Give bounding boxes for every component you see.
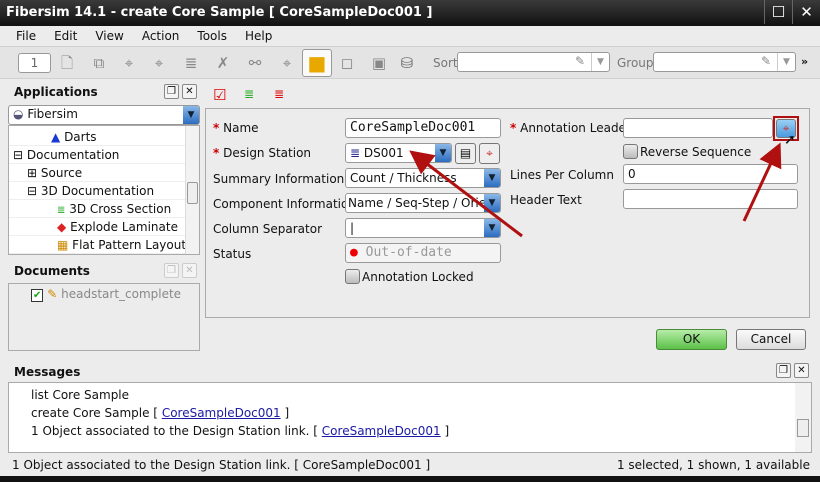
message-line: list Core Sample [31, 388, 130, 402]
status-bar-message: 1 Object associated to the Design Statio… [12, 458, 431, 472]
arrow-to-design-station [409, 150, 523, 238]
ok-button[interactable]: OK [656, 329, 727, 350]
cancel-button[interactable]: Cancel [736, 329, 806, 350]
window-bottom-border [0, 476, 820, 482]
scroll-thumb[interactable] [797, 419, 809, 437]
message-link[interactable]: CoreSampleDoc001 [322, 424, 441, 438]
messages-scrollbar[interactable] [795, 383, 811, 452]
close-panel-icon[interactable]: ✕ [794, 363, 809, 378]
arrow-to-pick-leader [742, 142, 782, 222]
message-link[interactable]: CoreSampleDoc001 [162, 406, 281, 420]
messages-log: list Core Sample create Core Sample [ Co… [8, 382, 812, 453]
messages-title: Messages [14, 365, 81, 379]
status-bar-selection: 1 selected, 1 shown, 1 available [616, 458, 810, 472]
message-line: create Core Sample [ CoreSampleDoc001 ] [31, 406, 290, 420]
message-line: 1 Object associated to the Design Statio… [31, 424, 450, 438]
restore-panel-icon[interactable]: ❐ [776, 363, 791, 378]
